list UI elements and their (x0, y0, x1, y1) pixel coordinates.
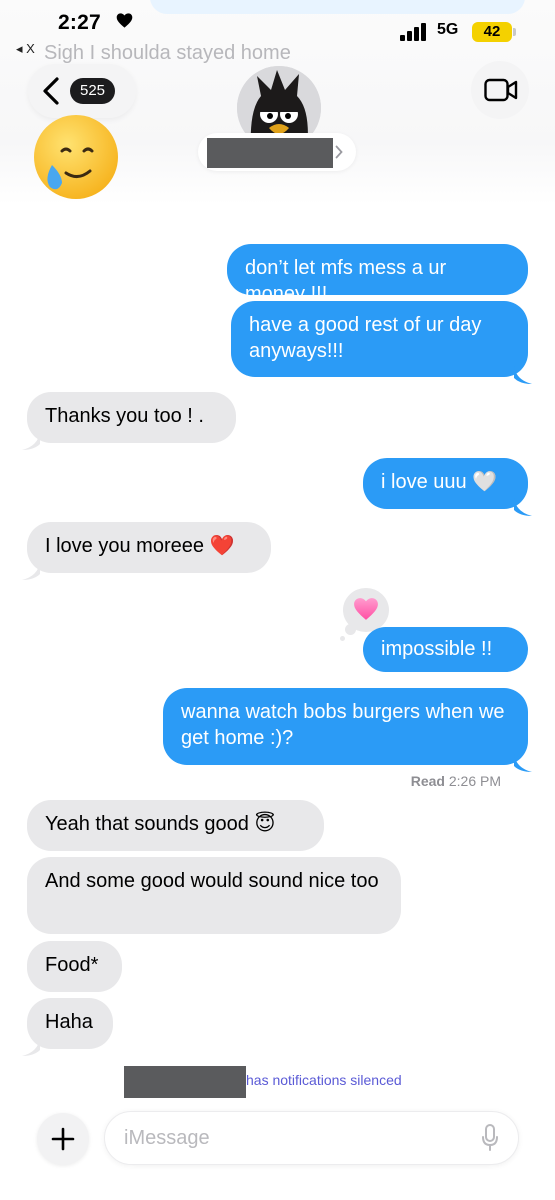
read-time: 2:26 PM (448, 773, 501, 789)
message-text: impossible !! (381, 638, 493, 660)
message-text: wanna watch bobs burgers when we get hom… (181, 701, 505, 749)
plus-icon[interactable] (51, 1127, 75, 1151)
tapback-dot (340, 636, 345, 641)
network-type: 5G (437, 21, 459, 38)
bubble-tail (22, 1038, 40, 1056)
red-heart-emoji: ❤️ (209, 535, 235, 557)
message-text: Yeah that sounds good (45, 813, 249, 835)
message-text: I love you moreee (45, 535, 204, 557)
previous-message-ghost (150, 0, 525, 14)
contact-name-redacted (207, 138, 333, 168)
message-text: Haha (45, 1011, 93, 1033)
message-input[interactable] (124, 1124, 464, 1152)
chevron-right-icon (335, 145, 343, 159)
message-text: i love uuu (381, 471, 467, 493)
white-heart-emoji: 🤍 (472, 471, 498, 493)
video-camera-icon[interactable] (484, 77, 518, 103)
battery-indicator: 42 (472, 22, 512, 42)
microphone-icon[interactable] (481, 1124, 499, 1152)
read-receipt: Read 2:26 PM (411, 773, 501, 789)
back-app-preview: Sigh I shoulda stayed home (44, 42, 291, 64)
contact-name-redacted (124, 1066, 246, 1098)
message-bubble-received[interactable]: And some good would sound nice too (27, 857, 401, 934)
unread-count-badge: 525 (70, 78, 116, 104)
chevron-left-icon[interactable] (40, 76, 62, 106)
heart-icon (116, 13, 133, 28)
pink-heart-icon (354, 598, 378, 620)
message-bubble-sent[interactable]: have a good rest of ur day anyways!!! (231, 301, 528, 377)
message-bubble-sent[interactable]: impossible !! (363, 627, 528, 672)
message-text: have a good rest of ur day anyways!!! (249, 314, 482, 362)
status-time: 2:27 (58, 11, 101, 34)
back-to-app-label[interactable]: ◂ X (16, 41, 35, 57)
read-label: Read (410, 773, 445, 789)
message-bubble-received[interactable]: Thanks you too ! . (27, 392, 236, 443)
notifications-silenced-notice: has notifications silenced (246, 1072, 402, 1088)
message-text: don’t let mfs mess a ur money !!! (245, 257, 447, 305)
message-text: Thanks you too ! . (45, 405, 204, 427)
halo-smile-emoji: 😇 (254, 813, 276, 835)
message-bubble-received[interactable]: Food* (27, 941, 122, 992)
message-bubble-sent[interactable]: don’t let mfs mess a ur money !!! (227, 244, 528, 305)
message-text: Food* (45, 954, 99, 976)
message-bubble-received[interactable]: I love you moreee ❤️ (27, 522, 271, 573)
message-bubble-received[interactable]: Yeah that sounds good 😇 (27, 800, 324, 851)
message-bubble-sent[interactable]: i love uuu 🤍 (363, 458, 528, 509)
bubble-tail (514, 498, 532, 516)
tear-emoji-icon (34, 115, 118, 199)
bubble-tail (514, 754, 532, 772)
tapback-dot (345, 624, 356, 635)
message-text: And some good would sound nice too (45, 870, 379, 892)
cellular-signal-icon (400, 23, 426, 41)
bubble-tail (22, 562, 40, 580)
message-bubble-sent[interactable]: wanna watch bobs burgers when we get hom… (163, 688, 528, 765)
bubble-tail (22, 432, 40, 450)
battery-tip (513, 28, 516, 36)
bubble-tail (514, 366, 532, 384)
